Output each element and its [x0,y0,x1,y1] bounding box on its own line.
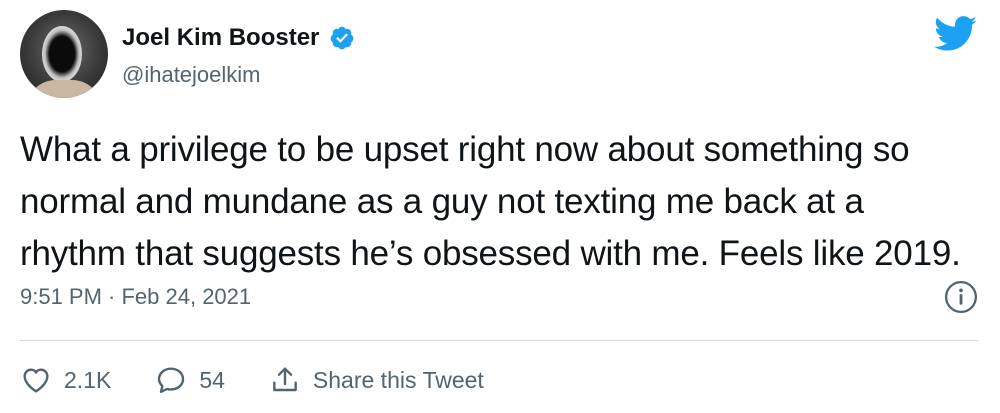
tweet-text-line: normal and mundane as a guy not texting … [20,182,864,221]
avatar-shoulder [26,80,102,98]
tweet-timestamp[interactable]: 9:51 PM · Feb 24, 2021 [20,284,251,310]
share-icon [273,367,297,392]
author-handle[interactable]: @ihatejoelkim [122,62,261,88]
twitter-bird-icon[interactable] [934,16,978,52]
avatar[interactable] [20,10,108,98]
tweet-text: What a privilege to be upset right now a… [20,124,980,280]
share-button[interactable]: Share this Tweet [269,364,484,396]
avatar-face [42,26,82,82]
action-bar: 2.1K 54 Share this Tweet [20,360,528,400]
heart-icon [23,368,49,393]
share-label: Share this Tweet [312,366,484,393]
tweet-text-line: What a privilege to be upset right now a… [20,130,910,169]
author-name-row: Joel Kim Booster [122,24,355,52]
divider [20,340,978,341]
reply-button[interactable]: 54 [155,364,225,396]
tweet-text-line: rhythm that suggests he’s obsessed with … [20,234,961,273]
reply-count: 54 [199,366,225,393]
info-icon[interactable] [944,280,978,314]
tweet-card: Joel Kim Booster @ihatejoelkim What a pr… [0,0,1000,413]
reply-bubble-icon [158,367,185,393]
like-count: 2.1K [64,366,112,393]
verified-badge-icon [331,26,354,50]
like-button[interactable]: 2.1K [20,364,111,396]
author-name[interactable]: Joel Kim Booster [122,24,319,52]
